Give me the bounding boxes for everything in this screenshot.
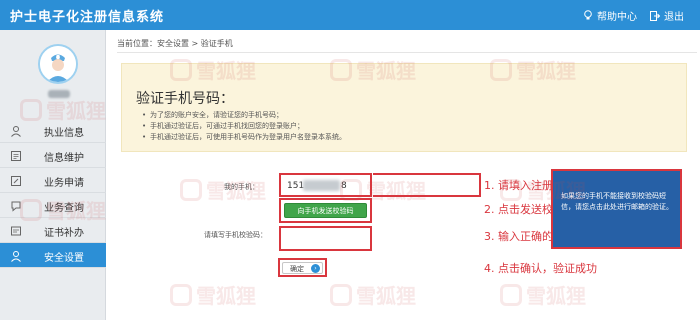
app-title: 护士电子化注册信息系统 <box>10 10 165 25</box>
phone-masked-digits <box>303 180 340 191</box>
notice-item: 为了您的账户安全，请验证您的手机号码； <box>142 110 346 121</box>
arrow-right-icon: › <box>311 264 320 273</box>
breadcrumb: 当前位置：安全设置 > 验证手机 <box>117 39 233 48</box>
query-icon <box>9 199 23 212</box>
lightbulb-icon <box>583 10 593 21</box>
application-icon <box>9 174 23 187</box>
notice-panel: 验证手机号码： 为了您的账户安全，请验证您的手机号码； 手机通过验证后，可通过手… <box>121 63 687 152</box>
help-center-link[interactable]: 帮助中心 <box>583 8 637 23</box>
logout-label: 退出 <box>664 12 684 23</box>
verification-code-input[interactable] <box>283 230 368 247</box>
sidebar-item-practice-info[interactable]: 执业信息 <box>0 118 106 143</box>
security-icon <box>9 249 23 262</box>
sidebar-item-label: 证书补办 <box>44 228 84 239</box>
sidebar-item-label: 业务申请 <box>44 178 84 189</box>
sidebar: 执业信息 信息维护 业务申请 业务查询 证书补办 安全设置 <box>0 30 106 320</box>
confirm-button[interactable]: 确定 › <box>282 262 323 274</box>
code-label: 请填写手机校验码： <box>204 231 267 239</box>
email-verification-text: 如果您的手机不能接收到校验码短信，请您点击此处进行邮箱的验证。 <box>561 192 673 211</box>
sidebar-item-info-maintenance[interactable]: 信息维护 <box>0 143 106 168</box>
main-content: 当前位置：安全设置 > 验证手机 验证手机号码： 为了您的账户安全，请验证您的手… <box>107 30 700 320</box>
help-center-label: 帮助中心 <box>597 12 637 23</box>
top-bar: 护士电子化注册信息系统 帮助中心 退出 <box>0 0 700 30</box>
sidebar-item-label: 信息维护 <box>44 153 84 164</box>
avatar <box>38 44 78 84</box>
sidebar-item-label: 业务查询 <box>44 203 84 214</box>
notice-item: 手机通过验证后，可使用手机号码作为登录用户名登录本系统。 <box>142 132 346 143</box>
logout-link[interactable]: 退出 <box>650 8 684 23</box>
sidebar-item-business-application[interactable]: 业务申请 <box>0 168 106 193</box>
sidebar-item-business-query[interactable]: 业务查询 <box>0 193 106 218</box>
user-name-blurred <box>48 90 70 98</box>
step1-highlight-frame <box>373 173 481 197</box>
breadcrumb-divider <box>117 52 697 53</box>
sidebar-item-label: 执业信息 <box>44 128 84 139</box>
sidebar-menu: 执业信息 信息维护 业务申请 业务查询 证书补办 安全设置 <box>0 118 106 268</box>
phone-suffix: 8 <box>341 181 347 191</box>
phone-label: 我的手机： <box>224 183 259 191</box>
step4-annotation: 4. 点击确认，验证成功 <box>484 262 597 275</box>
nurse-avatar-icon <box>40 46 76 82</box>
send-code-button[interactable]: 向手机发送校验码 <box>284 203 367 218</box>
send-code-highlight: 向手机发送校验码 <box>279 198 372 223</box>
certificate-icon <box>9 224 23 237</box>
notice-list: 为了您的账户安全，请验证您的手机号码； 手机通过验证后，可通过手机找回您的登录账… <box>142 110 346 143</box>
document-icon <box>9 149 23 162</box>
code-field-highlight <box>279 226 372 251</box>
sidebar-item-security-settings[interactable]: 安全设置 <box>0 243 106 268</box>
phone-field[interactable]: 151 8 <box>279 173 372 197</box>
phone-prefix: 151 <box>287 181 305 191</box>
sidebar-item-label: 安全设置 <box>44 253 84 264</box>
confirm-button-label: 确定 <box>290 265 304 273</box>
logout-icon <box>650 10 660 21</box>
id-card-icon <box>9 124 23 137</box>
confirm-highlight: 确定 › <box>278 258 327 277</box>
email-verification-panel[interactable]: 如果您的手机不能接收到校验码短信，请您点击此处进行邮箱的验证。 <box>551 169 682 249</box>
sidebar-item-certificate-reissue[interactable]: 证书补办 <box>0 218 106 243</box>
notice-title: 验证手机号码： <box>136 91 234 107</box>
notice-item: 手机通过验证后，可通过手机找回您的登录账户； <box>142 121 346 132</box>
